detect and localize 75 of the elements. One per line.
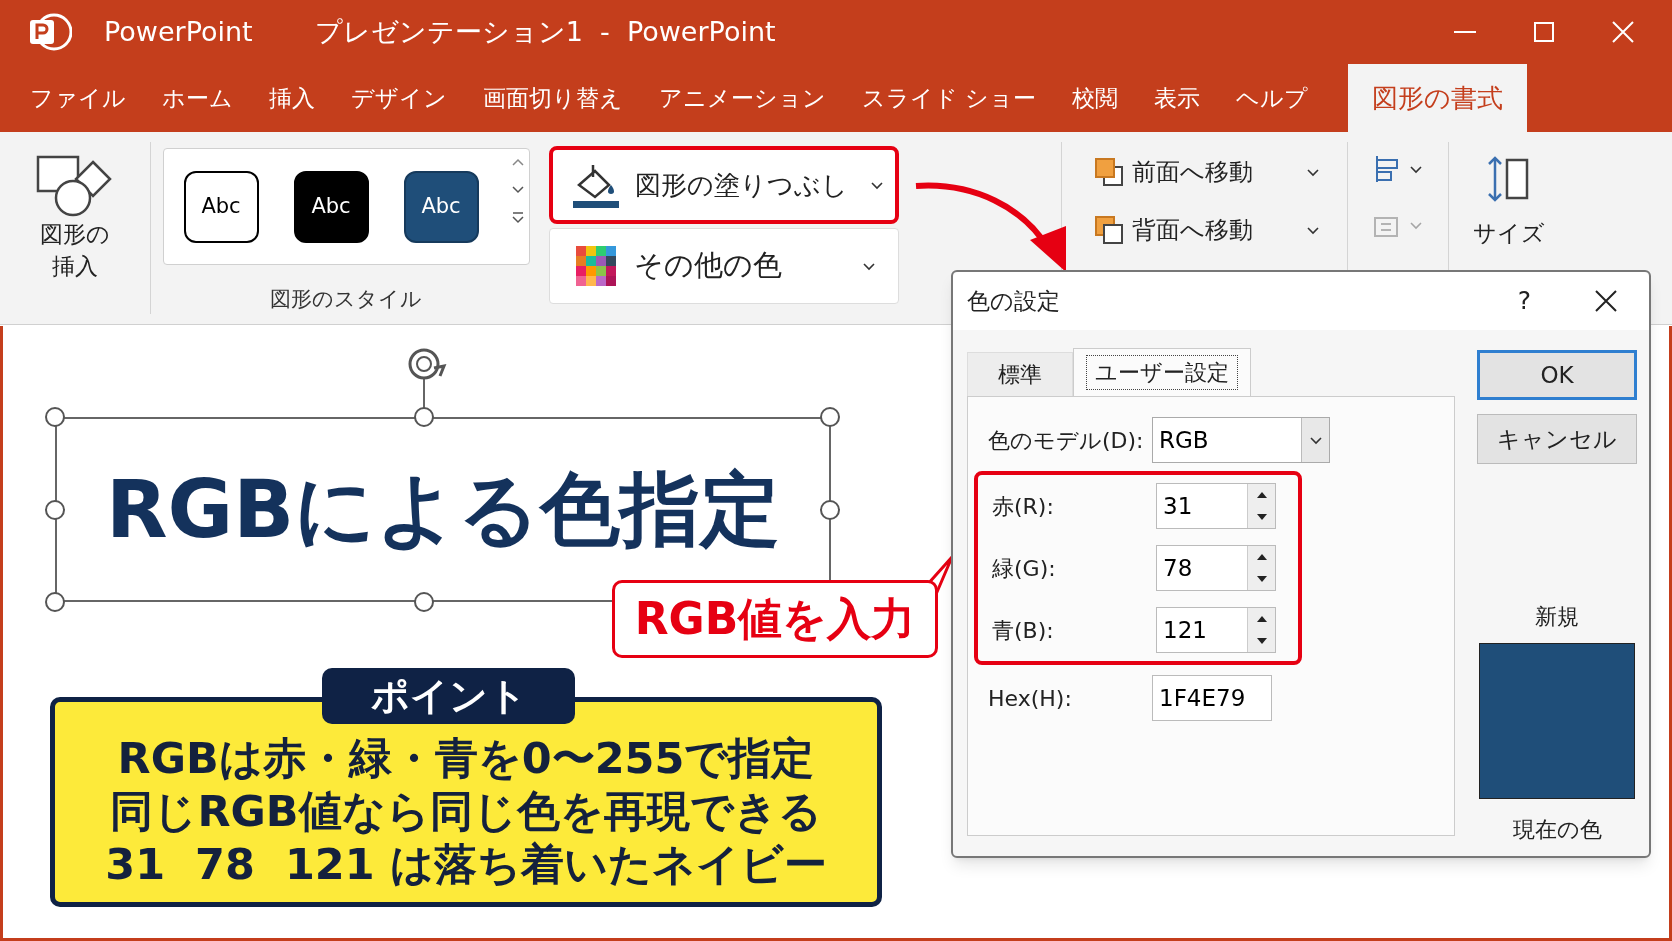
new-color-label: 新規: [1535, 603, 1579, 631]
field-label: 赤(R):: [992, 492, 1055, 521]
dialog-tab[interactable]: ユーザー設定: [1073, 348, 1251, 396]
slide-title: RGBによる色指定: [105, 461, 781, 558]
menu-tab[interactable]: 図形の書式: [1348, 64, 1528, 132]
more-colors-button[interactable]: その他の色: [549, 228, 899, 304]
dialog-button[interactable]: キャンセル: [1477, 414, 1637, 464]
field-label: 色のモデル(D):: [988, 426, 1145, 455]
field-label: 緑(G):: [992, 554, 1057, 583]
menu-tab[interactable]: デザイン: [335, 64, 463, 132]
spin-up-icon[interactable]: [1255, 553, 1268, 561]
send-backward-icon: [1094, 215, 1124, 245]
number-spinner[interactable]: 31: [1156, 483, 1276, 529]
resize-handle[interactable]: [45, 592, 65, 612]
resize-handle[interactable]: [820, 500, 840, 520]
minimize-icon[interactable]: [1454, 30, 1476, 34]
chevron-down-icon: [1308, 435, 1323, 445]
maximize-icon[interactable]: [1534, 22, 1554, 42]
menu-tab[interactable]: ホーム: [146, 64, 249, 132]
group-label: 図形のスタイル: [270, 286, 422, 313]
hex-field[interactable]: 1F4E79: [1152, 675, 1272, 721]
insert-shape-button[interactable]: 図形の 挿入: [0, 132, 150, 324]
style-sample[interactable]: Abc: [183, 170, 259, 243]
field-label: 青(B):: [992, 616, 1055, 645]
app-logo-icon: [28, 12, 72, 52]
chevron-down-icon: [862, 261, 876, 271]
close-icon[interactable]: [1595, 290, 1617, 312]
point-badge: ポイント: [322, 668, 575, 724]
spin-down-icon[interactable]: [1255, 513, 1268, 521]
resize-handle[interactable]: [45, 407, 65, 427]
app-name: PowerPoint: [104, 14, 253, 49]
chevron-down-icon: [1409, 220, 1423, 230]
arrange-button[interactable]: 前面へ移動: [1094, 154, 1320, 190]
menu-tab[interactable]: 画面切り替え: [467, 64, 639, 132]
menu-tab[interactable]: 校閲: [1056, 64, 1135, 132]
resize-handle[interactable]: [45, 500, 65, 520]
dialog-button[interactable]: OK: [1477, 350, 1637, 400]
style-sample[interactable]: Abc: [403, 170, 479, 243]
chevron-down-icon: [1409, 164, 1423, 174]
menu-tab[interactable]: 挿入: [253, 64, 331, 132]
spin-up-icon[interactable]: [1255, 615, 1268, 623]
number-spinner[interactable]: 121: [1156, 607, 1276, 653]
current-color-label: 現在の色: [1512, 816, 1602, 844]
point-text: 同じRGB値なら同じ色を再現できる: [110, 784, 822, 838]
fill-button[interactable]: 図形の塗りつぶし: [549, 146, 899, 224]
spin-down-icon[interactable]: [1255, 637, 1268, 645]
callout-label: RGB値を入力: [612, 580, 938, 658]
menu-tab[interactable]: ファイル: [14, 64, 142, 132]
point-text: 31 78 121 は落ち着いたネイビー: [105, 837, 827, 891]
color-grid-icon: [576, 246, 616, 286]
number-spinner[interactable]: 78: [1156, 545, 1276, 591]
point-text: RGBは赤・緑・青を0〜255で指定: [117, 731, 815, 785]
help-button[interactable]: ?: [1517, 282, 1531, 320]
spin-up-icon[interactable]: [1255, 491, 1268, 499]
menu-tab[interactable]: 表示: [1138, 64, 1217, 132]
menu-tab[interactable]: スライド ショー: [846, 64, 1053, 132]
style-sample[interactable]: Abc: [293, 170, 369, 243]
field-label: Hex(H):: [988, 684, 1073, 713]
dialog-tab[interactable]: 標準: [967, 352, 1073, 396]
chevron-down-icon: [870, 180, 884, 190]
more-icon[interactable]: [510, 211, 525, 225]
resize-handle[interactable]: [414, 592, 434, 612]
arrange-button[interactable]: 背面へ移動: [1094, 212, 1320, 248]
menu-tab[interactable]: ヘルプ: [1220, 64, 1325, 132]
size-icon: [1487, 156, 1531, 202]
resize-handle[interactable]: [414, 407, 434, 427]
color-model-select[interactable]: RGB: [1152, 417, 1330, 463]
chevron-down-icon: [1306, 167, 1320, 177]
bring-forward-icon: [1094, 157, 1124, 187]
menu-tab[interactable]: アニメーション: [643, 64, 842, 132]
window-title: プレゼンテーション1 - PowerPoint: [314, 14, 776, 49]
resize-handle[interactable]: [820, 407, 840, 427]
dialog-title: 色の設定: [967, 286, 1060, 316]
chevron-down-icon: [1306, 225, 1320, 235]
spin-down-icon[interactable]: [1255, 575, 1268, 583]
